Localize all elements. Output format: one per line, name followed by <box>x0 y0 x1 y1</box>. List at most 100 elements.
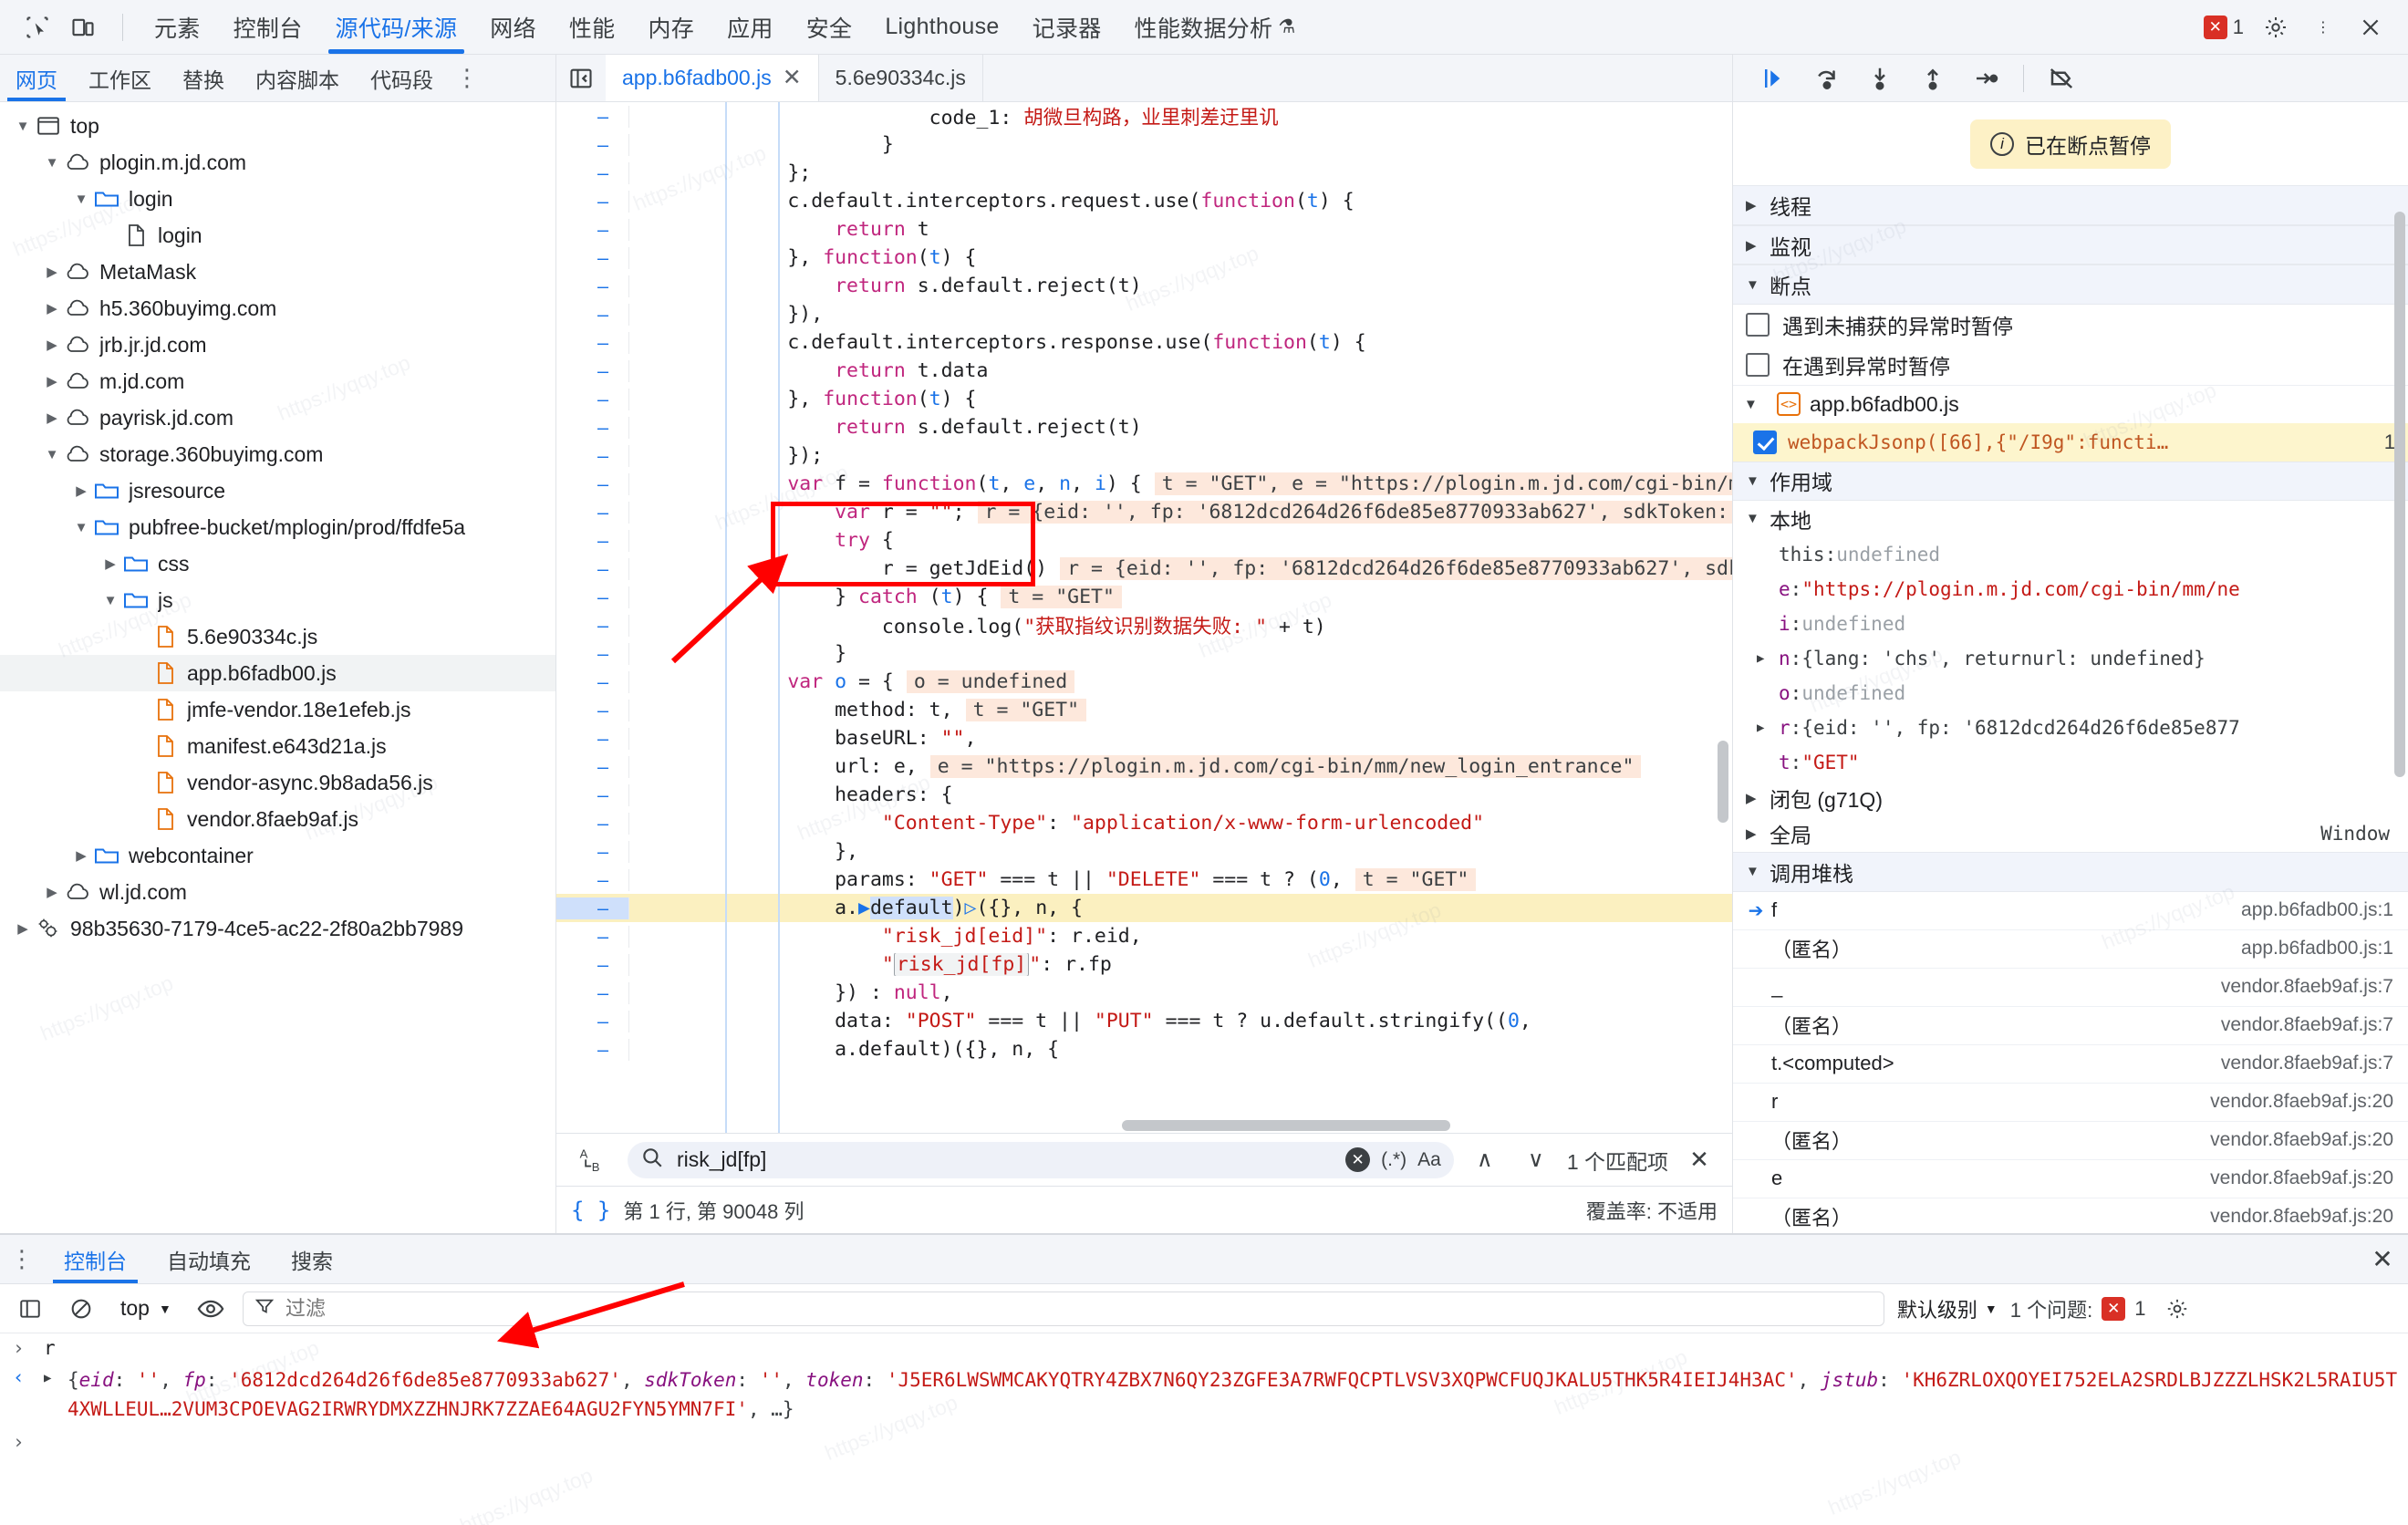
code-line[interactable]: — "risk_jd[eid]": r.eid, <box>556 922 1732 950</box>
file-navigator[interactable]: ▼top▼plogin.m.jd.com▼login▶login▶MetaMas… <box>0 102 556 1233</box>
code-line[interactable]: — return s.default.reject(t) <box>556 272 1732 300</box>
panel-tab-1[interactable]: 控制台 <box>217 0 319 54</box>
line-number[interactable]: — <box>556 586 629 608</box>
panel-tab-3[interactable]: 网络 <box>473 0 553 54</box>
inspect-element-icon[interactable] <box>16 6 58 48</box>
section-watch[interactable]: ▶ 监视 <box>1733 224 2408 265</box>
call-stack-frame[interactable]: ➔（匿名）vendor.8faeb9af.js:20 <box>1733 1122 2408 1160</box>
pause-option-0[interactable]: 遇到未捕获的异常时暂停 <box>1733 305 2408 345</box>
tree-item[interactable]: ▶ 98b35630-7179-4ce5-ac22-2f80a2bb7989 <box>0 910 555 947</box>
line-number[interactable]: — <box>556 840 629 863</box>
code-line[interactable]: — } <box>556 639 1732 668</box>
tree-item[interactable]: ▶ MetaMask <box>0 254 555 290</box>
line-number[interactable]: — <box>556 444 629 467</box>
call-stack-frame[interactable]: ➔evendor.8faeb9af.js:20 <box>1733 1160 2408 1198</box>
chevron-down-icon[interactable]: ▼ <box>71 192 91 207</box>
editor-tab-0[interactable]: app.b6fadb00.js ✕ <box>606 55 819 101</box>
debugger-scrollbar[interactable] <box>2394 212 2405 777</box>
tree-item[interactable]: ▶ payrisk.jd.com <box>0 399 555 436</box>
line-number[interactable]: — <box>556 303 629 326</box>
call-stack-frame[interactable]: ➔ f app.b6fadb00.js:1 <box>1733 892 2408 930</box>
panel-tab-10[interactable]: 性能数据分析 ⚗ <box>1118 0 1313 54</box>
drawer-tab-1[interactable]: 自动填充 <box>147 1235 271 1283</box>
call-stack-frame[interactable]: ➔rvendor.8faeb9af.js:20 <box>1733 1084 2408 1122</box>
line-number[interactable]: — <box>556 133 629 156</box>
line-number[interactable]: — <box>556 246 629 269</box>
console-output-line[interactable]: ‹ ▶ {eid: '', fp: '6812dcd264d26f6de85e877… <box>0 1363 2408 1427</box>
chevron-right-icon[interactable]: ▶ <box>1757 721 1779 735</box>
scope-group-global[interactable]: ▶ 全局 Window <box>1733 815 2408 852</box>
tree-item[interactable]: ▶5.6e90334c.js <box>0 618 555 655</box>
section-call-stack[interactable]: ▼ 调用堆栈 <box>1733 851 2408 892</box>
device-toolbar-icon[interactable] <box>62 6 104 48</box>
line-number[interactable]: — <box>556 529 629 552</box>
console-sidebar-icon[interactable] <box>11 1292 49 1326</box>
panel-tab-8[interactable]: Lighthouse <box>868 0 1015 54</box>
clear-search-icon[interactable]: ✕ <box>1345 1147 1371 1172</box>
code-line[interactable]: — }); <box>556 441 1732 470</box>
code-line[interactable]: — }, function(t) { <box>556 385 1732 413</box>
tree-item[interactable]: ▼ login <box>0 181 555 217</box>
scope-variable[interactable]: ▶ n: {lang: 'chs', returnurl: undefined} <box>1733 641 2408 676</box>
line-number[interactable]: — <box>556 642 629 665</box>
code-line[interactable]: — " risk_jd[fp] ": r.fp <box>556 950 1732 979</box>
section-breakpoints[interactable]: ▼ 断点 <box>1733 265 2408 305</box>
code-line[interactable]: — return t.data <box>556 357 1732 385</box>
chevron-right-icon[interactable]: ▶ <box>42 337 62 353</box>
navigator-tab-1[interactable]: 工作区 <box>73 55 167 101</box>
code-line[interactable]: — console.log("获取指纹识别数据失败: " + t) <box>556 611 1732 639</box>
tree-item[interactable]: ▶jmfe-vendor.18e1efeb.js <box>0 691 555 728</box>
navigator-tab-4[interactable]: 代码段 <box>355 55 449 101</box>
panel-tab-7[interactable]: 安全 <box>790 0 869 54</box>
line-number[interactable]: — <box>556 755 629 778</box>
code-line[interactable]: — }, <box>556 837 1732 866</box>
tree-item[interactable]: ▶app.b6fadb00.js <box>0 655 555 691</box>
step-icon[interactable] <box>1961 58 2010 99</box>
call-stack-frame[interactable]: ➔（匿名）vendor.8faeb9af.js:7 <box>1733 1007 2408 1045</box>
pause-option-1[interactable]: 在遇到异常时暂停 <box>1733 345 2408 385</box>
chevron-down-icon[interactable]: ▼ <box>100 593 120 608</box>
editor-tab-1[interactable]: 5.6e90334c.js <box>819 55 983 101</box>
code-line[interactable]: — }; <box>556 159 1732 187</box>
chevron-down-icon[interactable]: ▼ <box>42 155 62 171</box>
code-line[interactable]: — c.default.interceptors.request.use(fun… <box>556 187 1732 215</box>
scope-variable[interactable]: ▶ r: {eid: '', fp: '6812dcd264d26f6de85e8… <box>1733 711 2408 745</box>
chevron-right-icon[interactable]: ▶ <box>42 410 62 426</box>
navigator-tab-0[interactable]: 网页 <box>0 55 73 101</box>
chevron-right-icon[interactable]: ▶ <box>1757 651 1779 666</box>
line-number[interactable]: — <box>556 1010 629 1032</box>
tree-item[interactable]: ▶ webcontainer <box>0 837 555 874</box>
more-vertical-icon[interactable]: ⋮ <box>2302 6 2344 48</box>
scope-variable[interactable]: ▶e: "https://plogin.m.jd.com/cgi-bin/mm/… <box>1733 572 2408 607</box>
console-prompt-line[interactable]: › <box>0 1427 2408 1457</box>
line-number[interactable]: — <box>556 388 629 410</box>
code-line[interactable]: — }) : null, <box>556 979 1732 1007</box>
console-context-select[interactable]: top ▼ <box>113 1296 179 1321</box>
gear-icon[interactable] <box>2255 6 2297 48</box>
checkbox[interactable] <box>1746 352 1770 377</box>
line-number[interactable]: — <box>556 953 629 976</box>
panel-tab-0[interactable]: 元素 <box>138 0 217 54</box>
tree-item[interactable]: ▶ m.jd.com <box>0 363 555 399</box>
code-line[interactable]: — var o = {o = undefined <box>556 668 1732 696</box>
call-stack-frame[interactable]: ➔_vendor.8faeb9af.js:7 <box>1733 969 2408 1007</box>
drawer-menu-icon[interactable]: ⋮ <box>0 1235 44 1283</box>
line-number[interactable]: — <box>556 557 629 580</box>
tree-item[interactable]: ▶vendor-async.9b8ada56.js <box>0 764 555 801</box>
search-field[interactable]: ✕ (.*) Aa <box>628 1141 1454 1178</box>
chevron-right-icon[interactable]: ▶ <box>100 555 120 572</box>
line-number[interactable]: — <box>556 161 629 184</box>
line-number[interactable]: — <box>556 416 629 439</box>
chevron-down-icon[interactable]: ▼ <box>13 119 33 134</box>
breakpoint-item[interactable]: webpackJsonp([66],{"/I9g":functi… 1 <box>1733 422 2408 462</box>
code-line[interactable]: — var f = function(t, e, n, i) {t = "GET… <box>556 470 1732 498</box>
line-number[interactable]: — <box>556 472 629 495</box>
chevron-right-icon[interactable]: ▶ <box>42 373 62 389</box>
call-stack-frame[interactable]: ➔（匿名）app.b6fadb00.js:1 <box>1733 930 2408 969</box>
scope-group-local[interactable]: ▼ 本地 <box>1733 501 2408 537</box>
search-input[interactable] <box>675 1146 1335 1173</box>
panel-tab-4[interactable]: 性能 <box>553 0 632 54</box>
call-stack-frame[interactable]: ➔t.<computed>vendor.8faeb9af.js:7 <box>1733 1045 2408 1084</box>
tree-item[interactable]: ▼ pubfree-bucket/mplogin/prod/ffdfe5a <box>0 509 555 545</box>
step-over-icon[interactable] <box>1802 58 1852 99</box>
